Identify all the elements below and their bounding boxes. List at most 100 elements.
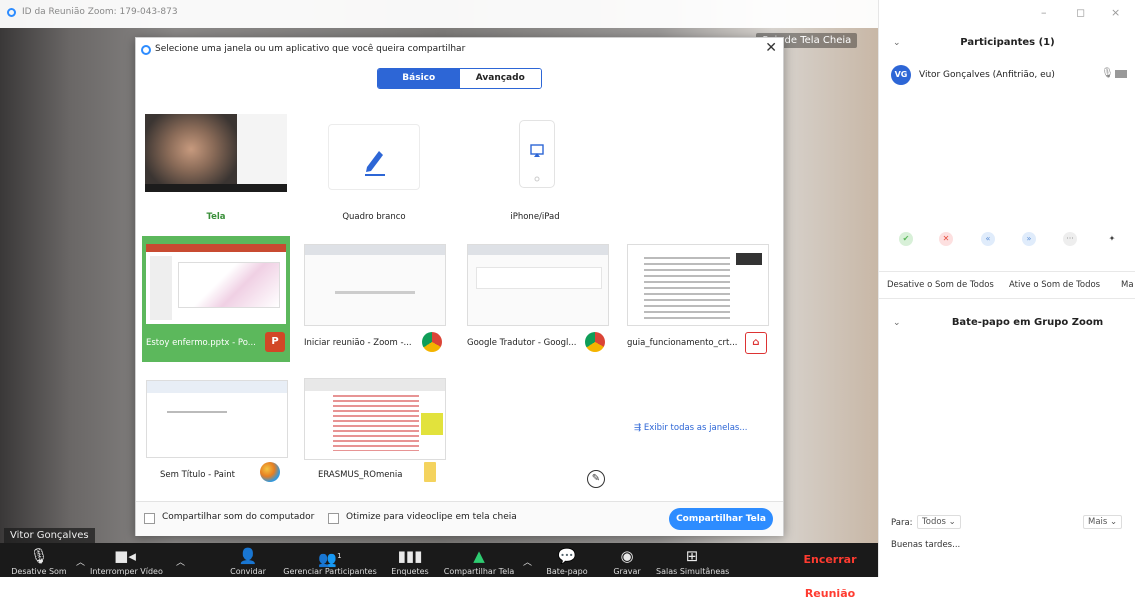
tile-label: Iniciar reunião - Zoom -...	[304, 338, 412, 348]
restore-icon[interactable]: ◻	[1076, 6, 1085, 19]
pencil-icon	[365, 151, 385, 176]
stop-video-button[interactable]: ■◂ Interromper Vídeo	[90, 543, 163, 577]
share-tile-paint[interactable]: Sem Título - Paint	[142, 374, 290, 500]
optimize-video-label: Otimize para videoclipe em tela cheia	[346, 512, 517, 522]
folder-icon	[424, 462, 436, 482]
chat-to-label: Para:	[891, 518, 913, 528]
share-sound-checkbox[interactable]	[144, 513, 155, 524]
zoom-logo-icon	[141, 45, 151, 55]
share-tile-screen[interactable]: Tela	[142, 108, 290, 234]
meeting-toolbar: 🎙 Desative Som ︿ ■◂ Interromper Vídeo ︿ 👤 C…	[0, 543, 878, 600]
window-thumbnail	[146, 244, 286, 324]
tile-label: Google Tradutor - Googl...	[467, 338, 577, 348]
share-tile-folder[interactable]: ERASMUS_ROmenia	[300, 374, 448, 500]
share-tile-whiteboard[interactable]: Quadro branco	[300, 108, 448, 234]
zoom-logo-icon	[7, 8, 16, 17]
side-panel: – ◻ × ⌄ Participantes (1) VG Vitor Gonça…	[878, 0, 1135, 577]
mute-all-button[interactable]: Desative o Som de Todos	[887, 280, 994, 290]
share-options-chevron-icon[interactable]: ︿	[523, 555, 532, 568]
invite-button[interactable]: 👤 Convidar	[222, 543, 274, 577]
share-tile-pdf[interactable]: guia_funcionamento_crt... ⌂	[623, 236, 771, 362]
window-thumbnail	[304, 378, 446, 460]
tab-advanced[interactable]: Avançado	[459, 69, 541, 88]
chat-title: Bate-papo em Grupo Zoom	[951, 317, 1104, 328]
chat-recipient-dropdown[interactable]: Todos ⌄	[917, 515, 961, 529]
mute-button[interactable]: 🎙 Desative Som	[6, 543, 72, 577]
tile-label: iPhone/iPad	[510, 212, 560, 222]
window-thumbnail	[467, 244, 609, 326]
pin-icon[interactable]: ✦	[1105, 232, 1119, 246]
chat-button[interactable]: 💬 Bate-papo	[540, 543, 594, 577]
tile-label: guia_funcionamento_crt...	[627, 338, 738, 348]
chrome-icon	[422, 332, 442, 352]
share-tile-google-translate[interactable]: Google Tradutor - Googl...	[463, 236, 611, 362]
video-camera-icon: ■◂	[114, 547, 136, 565]
tile-label: ERASMUS_ROmenia	[318, 470, 403, 480]
close-icon[interactable]: ✕	[765, 40, 777, 56]
unmute-all-button[interactable]: Ative o Som de Todos	[1009, 280, 1100, 290]
screen-thumbnail	[145, 114, 287, 192]
share-tile-powerpoint[interactable]: Estoy enfermo.pptx - Po... P	[142, 236, 290, 362]
share-screen-button[interactable]: Compartilhar Tela	[669, 508, 773, 530]
minimize-icon[interactable]: –	[1041, 6, 1047, 19]
participants-title: Participantes (1)	[960, 37, 1055, 48]
tile-label: Sem Título - Paint	[160, 470, 235, 480]
share-sound-label: Compartilhar som do computador	[162, 512, 315, 522]
optimize-video-checkbox[interactable]	[328, 513, 339, 524]
mute-options-chevron-icon[interactable]: ︿	[76, 555, 85, 568]
more-participant-options-button[interactable]: Ma	[1121, 280, 1134, 290]
end-meeting-button[interactable]: Encerrar Reunião	[782, 543, 878, 600]
share-screen-icon: ▲	[473, 547, 485, 565]
participant-actions-row: Desative o Som de Todos Ative o Som de T…	[879, 271, 1135, 299]
tile-label: Tela	[206, 212, 226, 222]
yes-reaction-icon[interactable]: ✔	[899, 232, 913, 246]
record-button[interactable]: ◉ Gravar	[604, 543, 650, 577]
add-user-icon: 👤	[238, 547, 258, 565]
participants-icon: 👥1	[318, 550, 342, 568]
chat-more-dropdown[interactable]: Mais ⌄	[1083, 515, 1123, 529]
whiteboard-thumbnail	[328, 124, 420, 190]
manage-participants-button[interactable]: 👥1 Gerenciar Participantes	[279, 543, 381, 577]
share-dialog: Selecione uma janela ou um aplicativo qu…	[135, 37, 784, 536]
powerpoint-icon: P	[265, 332, 285, 352]
chat-bubble-icon: 💬	[557, 547, 577, 565]
window-thumbnail	[304, 244, 446, 326]
share-tile-zoom-browser[interactable]: Iniciar reunião - Zoom -...	[300, 236, 448, 362]
window-titlebar: ID da Reunião Zoom: 179-043-873	[0, 0, 878, 28]
show-all-windows-link[interactable]: ⇶ Exibir todas as janelas...	[634, 423, 747, 433]
airplay-icon	[530, 144, 544, 182]
participant-mic-icon[interactable]: 🎙	[1101, 68, 1114, 79]
annotate-pen-icon[interactable]: ✎	[587, 470, 605, 488]
share-screen-toolbar-button[interactable]: ▲ Compartilhar Tela	[440, 543, 518, 577]
avatar: VG	[891, 65, 911, 85]
chrome-icon	[585, 332, 605, 352]
paint-icon	[260, 462, 280, 482]
tile-label: Quadro branco	[342, 212, 406, 222]
window-thumbnail	[146, 380, 288, 458]
no-reaction-icon[interactable]: ✕	[939, 232, 953, 246]
dialog-footer: Compartilhar som do computador Otimize p…	[136, 501, 783, 536]
video-area: ID da Reunião Zoom: 179-043-873 Sair de …	[0, 0, 878, 577]
go-faster-icon[interactable]: »	[1022, 232, 1036, 246]
record-icon: ◉	[620, 547, 634, 565]
share-tile-iphone-ipad[interactable]: iPhone/iPad	[461, 108, 609, 234]
window-title: ID da Reunião Zoom: 179-043-873	[22, 7, 178, 17]
polls-button[interactable]: ▮▮▮ Enquetes	[384, 543, 436, 577]
pdf-icon: ⌂	[745, 332, 767, 354]
bar-chart-icon: ▮▮▮	[397, 547, 423, 565]
close-window-icon[interactable]: ×	[1111, 6, 1120, 19]
participant-name-tag: Vitor Gonçalves	[4, 528, 95, 543]
microphone-icon: 🎙	[29, 547, 49, 565]
window-thumbnail	[627, 244, 769, 326]
go-slower-icon[interactable]: «	[981, 232, 995, 246]
more-reactions-icon[interactable]: ···	[1063, 232, 1077, 246]
tile-label: Estoy enfermo.pptx - Po...	[146, 338, 256, 348]
grid-icon: ⇶	[634, 423, 644, 433]
breakout-grid-icon: ⊞	[685, 547, 699, 565]
breakout-rooms-button[interactable]: ⊞ Salas Simultâneas	[656, 543, 729, 577]
video-options-chevron-icon[interactable]: ︿	[176, 555, 185, 568]
tab-basic[interactable]: Básico	[378, 69, 460, 88]
participant-video-icon[interactable]	[1115, 70, 1127, 78]
participant-name: Vitor Gonçalves (Anfitrião, eu)	[919, 70, 1055, 80]
chat-input[interactable]: Buenas tardes...	[891, 540, 960, 550]
